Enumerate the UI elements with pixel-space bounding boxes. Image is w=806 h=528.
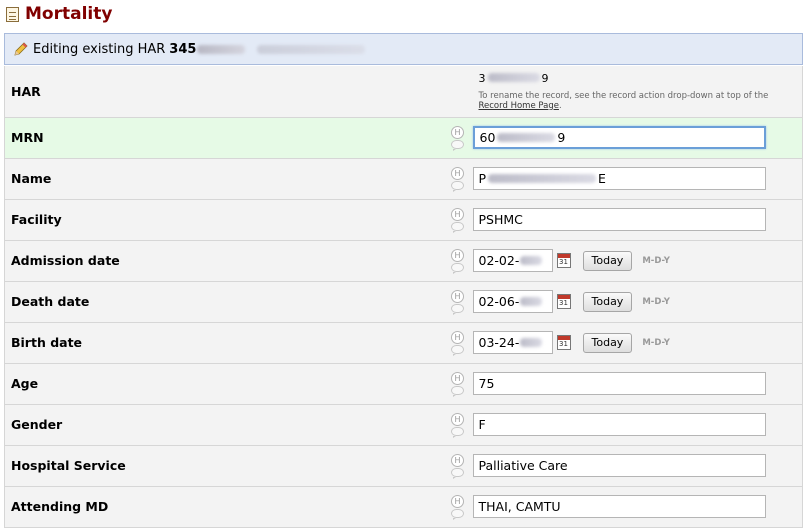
comment-icon[interactable] bbox=[451, 468, 464, 479]
date-format-label: M-D-Y bbox=[642, 255, 670, 266]
birth-date-input[interactable]: 03-24- bbox=[472, 331, 553, 354]
calendar-icon[interactable]: 31 bbox=[556, 253, 571, 268]
field-row-birth-date: Birth date H 03-24- 31 Today M-D-Y bbox=[4, 322, 803, 364]
attending-md-input[interactable]: THAI, CAMTU bbox=[472, 495, 766, 518]
page-header: Mortality bbox=[0, 0, 806, 28]
admission-date-input[interactable]: 02-02- bbox=[472, 249, 553, 272]
comment-icon[interactable] bbox=[451, 386, 464, 397]
banner-har-id: 345 bbox=[169, 41, 197, 57]
har-value-cell: 39 To rename the record, see the record … bbox=[470, 66, 803, 118]
field-label: Attending MD bbox=[4, 486, 445, 528]
field-row-gender: Gender H F bbox=[4, 404, 803, 446]
field-label: MRN bbox=[4, 117, 445, 159]
calendar-icon[interactable]: 31 bbox=[556, 294, 571, 309]
history-icon[interactable]: H bbox=[451, 290, 464, 303]
today-button[interactable]: Today bbox=[582, 250, 633, 271]
comment-icon[interactable] bbox=[451, 345, 464, 356]
field-label: Facility bbox=[4, 199, 445, 241]
field-label: Name bbox=[4, 158, 445, 200]
field-label: Birth date bbox=[4, 322, 445, 364]
field-row-har: HAR 39 To rename the record, see the rec… bbox=[4, 66, 803, 118]
banner-text: Editing existing HAR bbox=[33, 41, 166, 57]
history-icon[interactable]: H bbox=[451, 249, 464, 262]
age-input[interactable]: 75 bbox=[472, 372, 766, 395]
field-row-hospital-service: Hospital Service H Palliative Care bbox=[4, 445, 803, 487]
record-home-link[interactable]: Record Home Page bbox=[479, 101, 559, 111]
field-row-facility: Facility H PSHMC bbox=[4, 199, 803, 241]
rename-note: To rename the record, see the record act… bbox=[478, 90, 769, 111]
history-icon[interactable]: H bbox=[451, 331, 464, 344]
comment-icon[interactable] bbox=[451, 181, 464, 192]
today-button[interactable]: Today bbox=[582, 291, 633, 312]
comment-icon[interactable] bbox=[451, 304, 464, 315]
field-label: Hospital Service bbox=[4, 445, 445, 487]
data-entry-form: HAR 39 To rename the record, see the rec… bbox=[4, 66, 803, 528]
field-label: Death date bbox=[4, 281, 445, 323]
field-row-attending-md: Attending MD H THAI, CAMTU bbox=[4, 486, 803, 528]
mrn-input[interactable]: 60 9 bbox=[472, 126, 766, 149]
har-value: 39 bbox=[478, 71, 549, 85]
form-icon bbox=[6, 6, 19, 22]
today-button[interactable]: Today bbox=[582, 332, 633, 353]
editing-banner: Editing existing HAR 345 bbox=[4, 33, 803, 65]
field-label: Age bbox=[4, 363, 445, 405]
field-row-death-date: Death date H 02-06- 31 Today M-D-Y bbox=[4, 281, 803, 323]
comment-icon[interactable] bbox=[451, 222, 464, 233]
calendar-icon[interactable]: 31 bbox=[556, 335, 571, 350]
pencil-icon bbox=[13, 41, 29, 57]
redacted-patient bbox=[257, 44, 366, 54]
death-date-input[interactable]: 02-06- bbox=[472, 290, 553, 313]
redacted-har bbox=[197, 44, 246, 54]
gender-input[interactable]: F bbox=[472, 413, 766, 436]
comment-icon[interactable] bbox=[451, 427, 464, 438]
history-icon[interactable]: H bbox=[451, 372, 464, 385]
name-input[interactable]: PE bbox=[472, 167, 766, 190]
comment-icon[interactable] bbox=[451, 509, 464, 520]
history-icon[interactable]: H bbox=[451, 454, 464, 467]
comment-icon[interactable] bbox=[451, 140, 464, 151]
history-icon[interactable]: H bbox=[451, 495, 464, 508]
facility-input[interactable]: PSHMC bbox=[472, 208, 766, 231]
date-format-label: M-D-Y bbox=[642, 296, 670, 307]
comment-icon[interactable] bbox=[451, 263, 464, 274]
field-row-admission-date: Admission date H 02-02- 31 Today M-D-Y bbox=[4, 240, 803, 282]
field-row-mrn: MRN H 60 9 bbox=[4, 117, 803, 159]
field-label: HAR bbox=[4, 66, 445, 118]
field-label: Admission date bbox=[4, 240, 445, 282]
field-row-age: Age H 75 bbox=[4, 363, 803, 405]
history-icon[interactable]: H bbox=[451, 208, 464, 221]
field-label: Gender bbox=[4, 404, 445, 446]
page-title: Mortality bbox=[25, 4, 113, 24]
hospital-service-input[interactable]: Palliative Care bbox=[472, 454, 766, 477]
date-format-label: M-D-Y bbox=[642, 337, 670, 348]
history-icon[interactable]: H bbox=[451, 167, 464, 180]
history-icon[interactable]: H bbox=[451, 413, 464, 426]
field-row-name: Name H PE bbox=[4, 158, 803, 200]
history-icon[interactable]: H bbox=[451, 126, 464, 139]
